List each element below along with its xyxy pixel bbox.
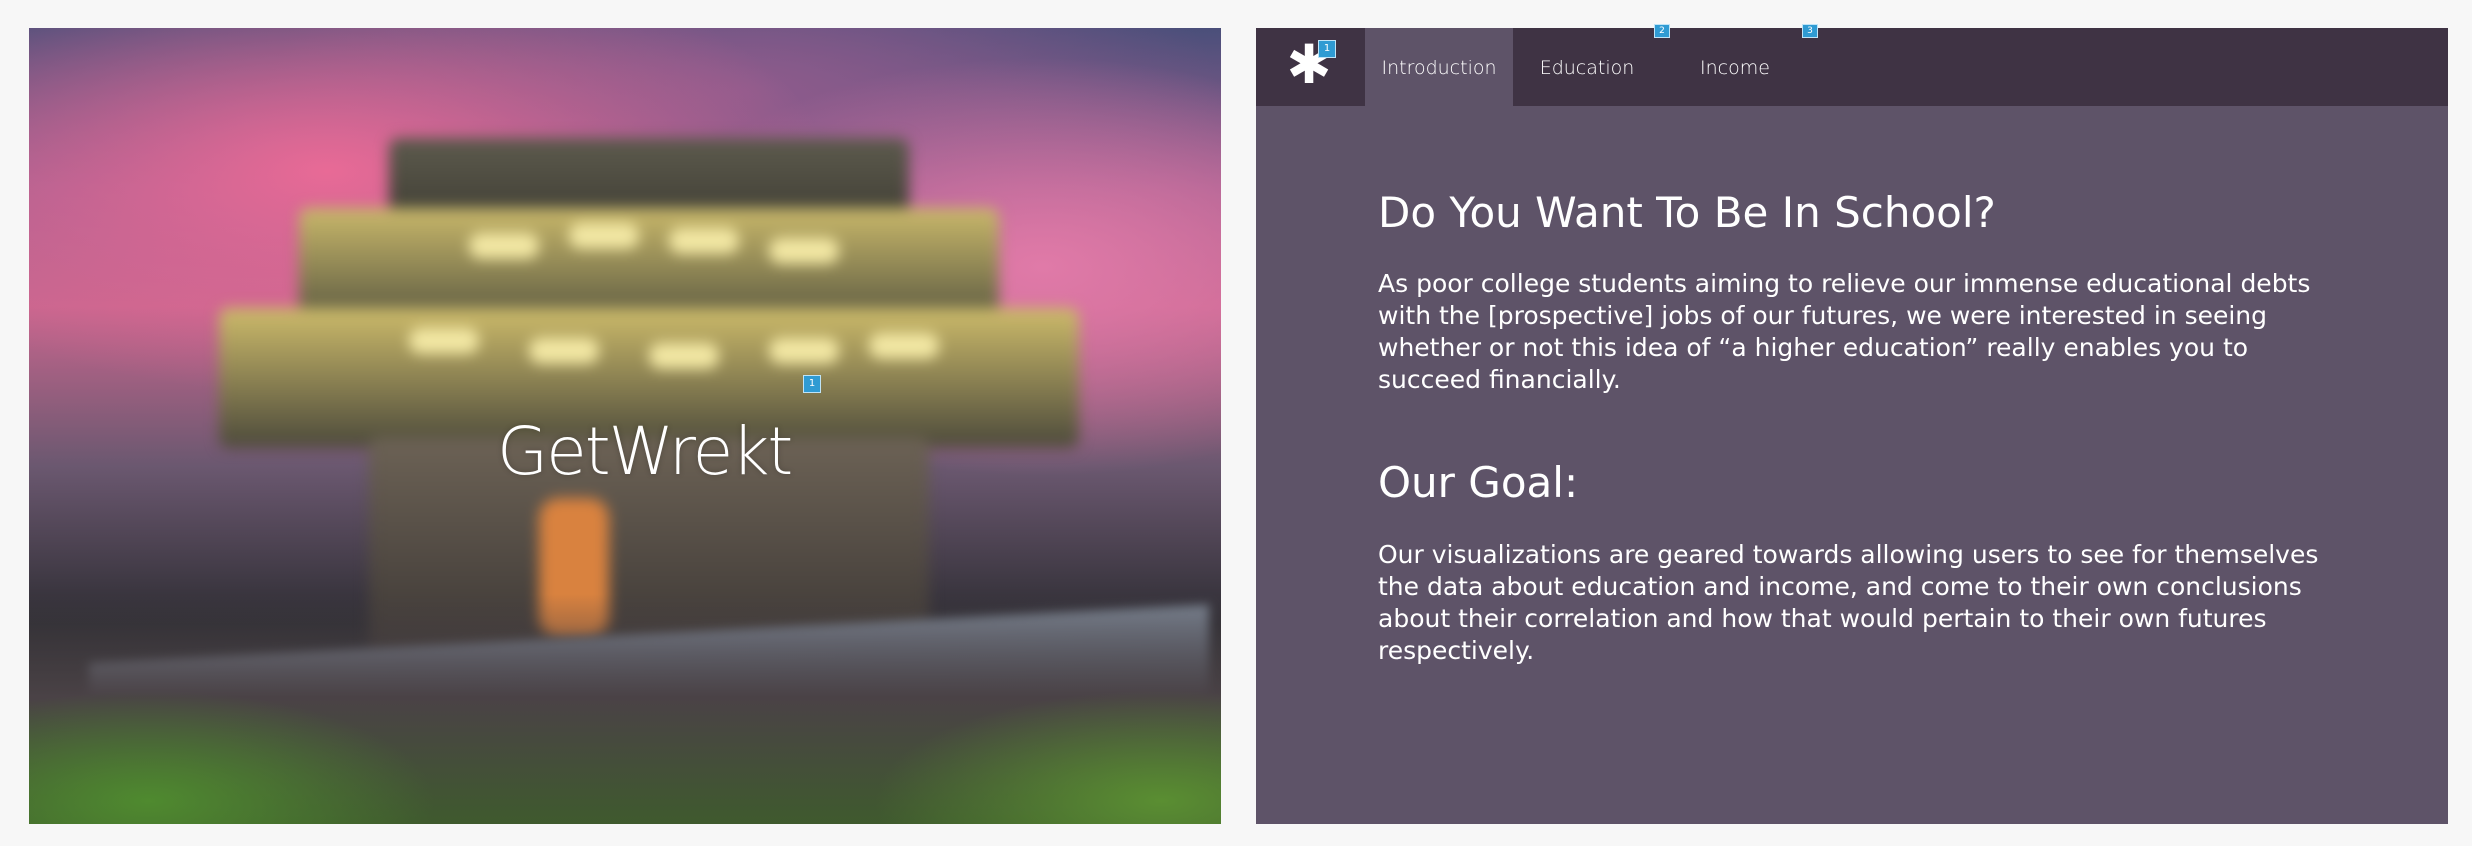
goal-paragraph: Our visualizations are geared towards al… [1378,539,2319,665]
tab-education[interactable]: Education [1513,28,1661,106]
intro-panel: ✱ 1 Introduction Education 2 Income 3 Do… [1256,24,2448,824]
element-marker: 3 [1802,24,1818,38]
element-marker: 1 [803,375,821,393]
goal-heading: Our Goal: [1378,458,1579,508]
tab-introduction[interactable]: Introduction [1365,28,1513,106]
element-marker: 1 [1318,40,1336,58]
tab-income[interactable]: Income [1661,28,1809,106]
hero-title: GetWrekt [497,413,793,490]
navbar: ✱ 1 Introduction Education 2 Income 3 [1256,24,2448,106]
intro-paragraph: As poor college students aiming to relie… [1378,269,2311,395]
ground [29,594,1221,824]
page-title: Do You Want To Be In School? [1378,188,1996,237]
hero-image: GetWrekt 1 [29,28,1221,824]
main-content: Do You Want To Be In School? As poor col… [1378,188,2338,667]
